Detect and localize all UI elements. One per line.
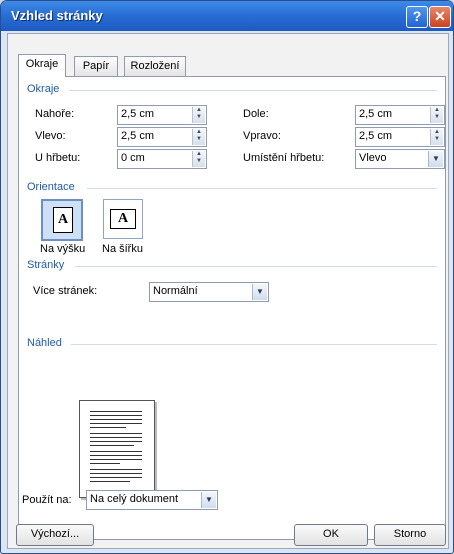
left-margin-spinner[interactable]: 2,5 cm ▲ ▼: [117, 127, 207, 147]
spin-arrows-icon[interactable]: ▲ ▼: [192, 129, 205, 145]
right-margin-value: 2,5 cm: [359, 130, 393, 142]
divider: [87, 188, 437, 189]
bottom-margin-label: Dole:: [243, 108, 269, 120]
close-button[interactable]: ✕: [429, 6, 451, 28]
right-margin-spinner[interactable]: 2,5 cm ▲ ▼: [355, 127, 445, 147]
multiple-pages-select[interactable]: Normální ▼: [149, 282, 269, 302]
bottom-margin-spinner[interactable]: 2,5 cm ▲ ▼: [355, 105, 445, 125]
divider: [69, 90, 437, 91]
portrait-label: Na výšku: [40, 243, 86, 255]
gutter-value: 0 cm: [121, 152, 145, 164]
landscape-icon: A: [110, 209, 136, 229]
gutter-position-select[interactable]: Vlevo ▼: [355, 149, 445, 169]
chevron-down-icon[interactable]: ▼: [201, 492, 216, 508]
top-margin-value: 2,5 cm: [121, 108, 155, 120]
section-preview-heading: Náhled: [27, 337, 62, 349]
spin-arrows-icon[interactable]: ▲ ▼: [430, 107, 443, 123]
gutter-label: U hřbetu:: [35, 152, 81, 164]
gutter-spinner[interactable]: 0 cm ▲ ▼: [117, 149, 207, 169]
page-setup-dialog: Vzhled stránky ? ✕ Okraje Papír Rozložen…: [0, 0, 454, 554]
default-button[interactable]: Výchozí...: [16, 524, 94, 546]
multiple-pages-label: Více stránek:: [33, 285, 98, 297]
apply-to-value: Na celý dokument: [90, 493, 179, 505]
title-bar: Vzhled stránky ? ✕: [1, 1, 453, 31]
tab-rozlozeni[interactable]: Rozložení: [124, 56, 186, 76]
left-margin-label: Vlevo:: [35, 130, 66, 142]
landscape-label: Na šířku: [102, 243, 143, 255]
top-margin-label: Nahoře:: [35, 108, 75, 120]
chevron-down-icon[interactable]: ▼: [252, 284, 267, 300]
cancel-button[interactable]: Storno: [374, 524, 446, 546]
spin-arrows-icon[interactable]: ▲ ▼: [192, 151, 205, 167]
bottom-margin-value: 2,5 cm: [359, 108, 393, 120]
section-orientation-heading: Orientace: [27, 181, 75, 193]
portrait-option[interactable]: A: [41, 199, 83, 241]
apply-to-select[interactable]: Na celý dokument ▼: [86, 490, 218, 510]
chevron-down-icon[interactable]: ▼: [428, 151, 443, 167]
gutter-position-value: Vlevo: [359, 152, 387, 164]
top-margin-spinner[interactable]: 2,5 cm ▲ ▼: [117, 105, 207, 125]
section-margins-heading: Okraje: [27, 83, 60, 95]
tab-papir[interactable]: Papír: [74, 56, 118, 76]
dialog-body: Okraje Papír Rozložení Okraje Nahoře: 2,…: [7, 33, 449, 549]
preview-page: [79, 400, 155, 498]
help-button[interactable]: ?: [406, 6, 428, 28]
ok-button[interactable]: OK: [294, 524, 368, 546]
tab-okraje[interactable]: Okraje: [18, 54, 66, 77]
section-pages-heading: Stránky: [27, 259, 65, 271]
dialog-title: Vzhled stránky: [11, 8, 103, 23]
landscape-option[interactable]: A: [103, 199, 143, 239]
gutter-position-label: Umístění hřbetu:: [243, 152, 325, 164]
spin-arrows-icon[interactable]: ▲ ▼: [430, 129, 443, 145]
left-margin-value: 2,5 cm: [121, 130, 155, 142]
spin-arrows-icon[interactable]: ▲ ▼: [192, 107, 205, 123]
portrait-icon: A: [53, 207, 73, 233]
divider: [71, 344, 437, 345]
divider: [75, 266, 437, 267]
right-margin-label: Vpravo:: [243, 130, 281, 142]
multiple-pages-value: Normální: [153, 285, 198, 297]
apply-to-label: Použít na:: [22, 494, 72, 506]
